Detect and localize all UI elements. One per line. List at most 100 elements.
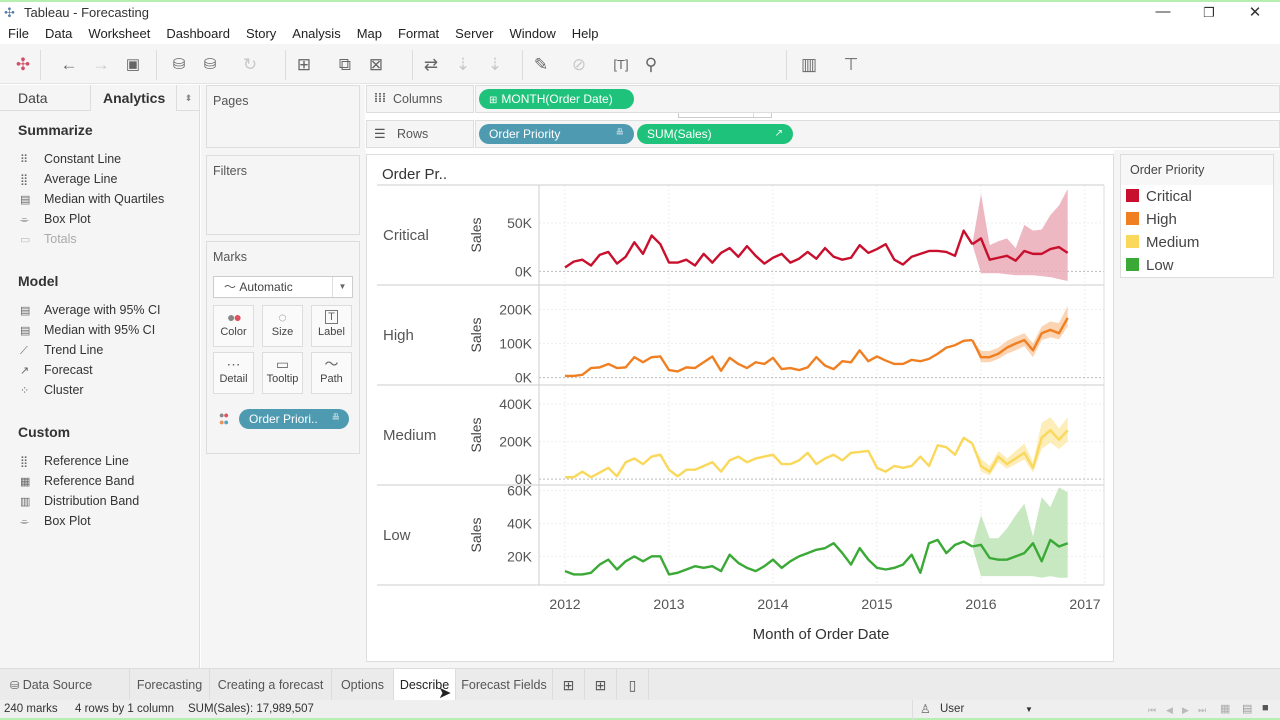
marks-color-button[interactable]: ●● Color	[213, 305, 254, 347]
sheet-sorter-icon[interactable]: ▦	[1220, 702, 1230, 715]
redo-icon[interactable]: →	[90, 54, 112, 76]
analytics-item-reference-band[interactable]: ▦ Reference Band	[20, 471, 134, 491]
sort-descending-icon[interactable]: ⇣	[484, 54, 506, 76]
columns-shelf[interactable]: ⊞ MONTH(Order Date)	[475, 85, 1280, 113]
analytics-item-cluster[interactable]: ⁘ Cluster	[20, 380, 84, 400]
tab-data[interactable]: Data	[0, 85, 90, 111]
user-select[interactable]: User	[940, 703, 964, 715]
data-source-tab[interactable]: ⛁ Data Source	[0, 669, 130, 701]
sheet-tab-creating-a-forecast[interactable]: Creating a forecast	[210, 669, 332, 701]
duplicate-sheet-icon[interactable]: ⧉	[334, 54, 356, 76]
menu-worksheet[interactable]: Worksheet	[88, 24, 150, 44]
x-tick-label: 2015	[861, 596, 892, 612]
menu-file[interactable]: File	[8, 24, 29, 44]
new-data-source-icon[interactable]: ⛁	[168, 54, 190, 76]
new-worksheet-icon[interactable]: ⊞	[293, 54, 315, 76]
legend-item-medium[interactable]: Medium	[1126, 232, 1199, 254]
columns-pill-month-order-date[interactable]: ⊞ MONTH(Order Date)	[479, 89, 634, 109]
marks-label-button[interactable]: T Label	[311, 305, 352, 347]
pane-menu-icon[interactable]: ⬍	[176, 85, 200, 111]
analytics-item-median-quartiles[interactable]: ▤ Median with Quartiles	[20, 189, 164, 209]
menu-dashboard[interactable]: Dashboard	[166, 24, 230, 44]
show-mark-labels-icon[interactable]: [T]	[610, 54, 632, 76]
menu-data[interactable]: Data	[45, 24, 72, 44]
series-lines	[564, 229, 1069, 576]
rows-shelf[interactable]: Order Priority ≞ SUM(Sales) ↗	[475, 120, 1280, 148]
presentation-mode-icon[interactable]: ⊤	[840, 54, 862, 76]
tableau-home-icon[interactable]: ✣	[12, 54, 34, 76]
y-axis-title: Sales	[468, 517, 484, 552]
pill-label: MONTH(Order Date)	[501, 92, 613, 106]
menu-window[interactable]: Window	[509, 24, 555, 44]
filters-card[interactable]: Filters	[206, 155, 360, 235]
menu-story[interactable]: Story	[246, 24, 276, 44]
menu-map[interactable]: Map	[357, 24, 382, 44]
menu-analysis[interactable]: Analysis	[292, 24, 340, 44]
save-icon[interactable]: ▣	[122, 54, 144, 76]
mark-type-select[interactable]: 〜 Automatic ▼	[213, 276, 353, 298]
sheet-tab-forecasting[interactable]: Forecasting	[130, 669, 210, 701]
sheet-tabs-bar: ⛁ Data Source Forecasting Creating a for…	[0, 668, 1280, 702]
analytics-item-average-line[interactable]: ⣿ Average Line	[20, 169, 117, 189]
row-label-medium: Medium	[383, 427, 436, 444]
sheet-tab-forecast-fields[interactable]: Forecast Fields	[456, 669, 553, 701]
y-tick-label: 200K	[499, 301, 532, 317]
fix-axes-pin-icon[interactable]: ⚲	[640, 54, 662, 76]
sheet-tab-options[interactable]: Options	[332, 669, 394, 701]
forecast-icon: ↗	[774, 128, 783, 139]
marks-path-button[interactable]: 〜 Path	[311, 352, 352, 394]
analytics-item-forecast[interactable]: ↗ Forecast	[20, 360, 93, 380]
analytics-item-constant-line[interactable]: ⠿ Constant Line	[20, 149, 121, 169]
legend-item-low[interactable]: Low	[1126, 255, 1174, 277]
marks-size-button[interactable]: ◌ Size	[262, 305, 303, 347]
new-story-icon[interactable]: ▯	[617, 669, 649, 701]
y-axis-title: Sales	[468, 317, 484, 352]
marks-detail-button[interactable]: ⋯ Detail	[213, 352, 254, 394]
swap-rows-columns-icon[interactable]: ⇄	[420, 54, 442, 76]
analytics-item-distribution-band[interactable]: ▥ Distribution Band	[20, 491, 139, 511]
undo-icon[interactable]: ←	[58, 54, 80, 76]
rows-pill-sum-sales[interactable]: SUM(Sales) ↗	[637, 124, 793, 144]
prev-page-icon[interactable]: ◀	[1166, 705, 1173, 716]
actual-line-critical	[564, 229, 974, 269]
legend-item-high[interactable]: High	[1126, 209, 1177, 231]
minimize-button[interactable]: —	[1148, 3, 1178, 20]
new-dashboard-icon[interactable]: ⊞	[585, 669, 617, 701]
analytics-item-median-ci[interactable]: ▤ Median with 95% CI	[20, 320, 155, 340]
next-page-icon[interactable]: ▶	[1182, 705, 1189, 716]
item-label: Box Plot	[44, 212, 91, 226]
refresh-icon[interactable]: ↻	[239, 54, 261, 76]
filmstrip-icon[interactable]: ▤	[1242, 702, 1252, 715]
menu-server[interactable]: Server	[455, 24, 493, 44]
restore-button[interactable]: ❐	[1194, 5, 1224, 21]
analytics-item-trend-line[interactable]: ⟋ Trend Line	[20, 340, 103, 360]
line-mark-icon: 〜	[224, 280, 237, 294]
chevron-down-icon[interactable]: ▼	[1025, 705, 1033, 714]
legend-item-critical[interactable]: Critical	[1126, 186, 1192, 208]
pages-card[interactable]: Pages	[206, 85, 360, 148]
rows-pill-order-priority[interactable]: Order Priority ≞	[479, 124, 634, 144]
menu-format[interactable]: Format	[398, 24, 439, 44]
color-pill-order-priority[interactable]: Order Priori.. ≞	[239, 409, 349, 429]
pause-updates-icon[interactable]: ⛁	[199, 54, 221, 76]
close-button[interactable]: ✕	[1240, 3, 1270, 21]
show-cards-icon[interactable]: ▥	[798, 54, 820, 76]
group-members-icon[interactable]: ⊘	[568, 54, 590, 76]
first-page-icon[interactable]: ⏮	[1148, 705, 1156, 716]
analytics-item-box-plot[interactable]: ⌯ Box Plot	[20, 209, 91, 229]
forecast-chart[interactable]: Order Pr.. 2012 2013 2014 2015 2016 2017 Criti…	[367, 155, 1115, 663]
last-page-icon[interactable]: ⏭	[1198, 705, 1206, 716]
clear-sheet-icon[interactable]: ⊠	[365, 54, 387, 76]
sort-ascending-icon[interactable]: ⇣	[452, 54, 474, 76]
analytics-item-average-ci[interactable]: ▤ Average with 95% CI	[20, 300, 161, 320]
tab-analytics[interactable]: Analytics	[90, 85, 176, 111]
tabs-view-icon[interactable]: ■	[1262, 702, 1269, 714]
user-icon: ♙	[920, 702, 931, 716]
box-plot-icon: ⌯	[20, 516, 29, 528]
new-worksheet-icon[interactable]: ⊞	[553, 669, 585, 701]
highlight-icon[interactable]: ✎	[530, 54, 552, 76]
analytics-item-reference-line[interactable]: ⣿ Reference Line	[20, 451, 129, 471]
marks-tooltip-button[interactable]: ▭ Tooltip	[262, 352, 303, 394]
menu-help[interactable]: Help	[572, 24, 599, 44]
analytics-item-box-plot-custom[interactable]: ⌯ Box Plot	[20, 511, 91, 531]
